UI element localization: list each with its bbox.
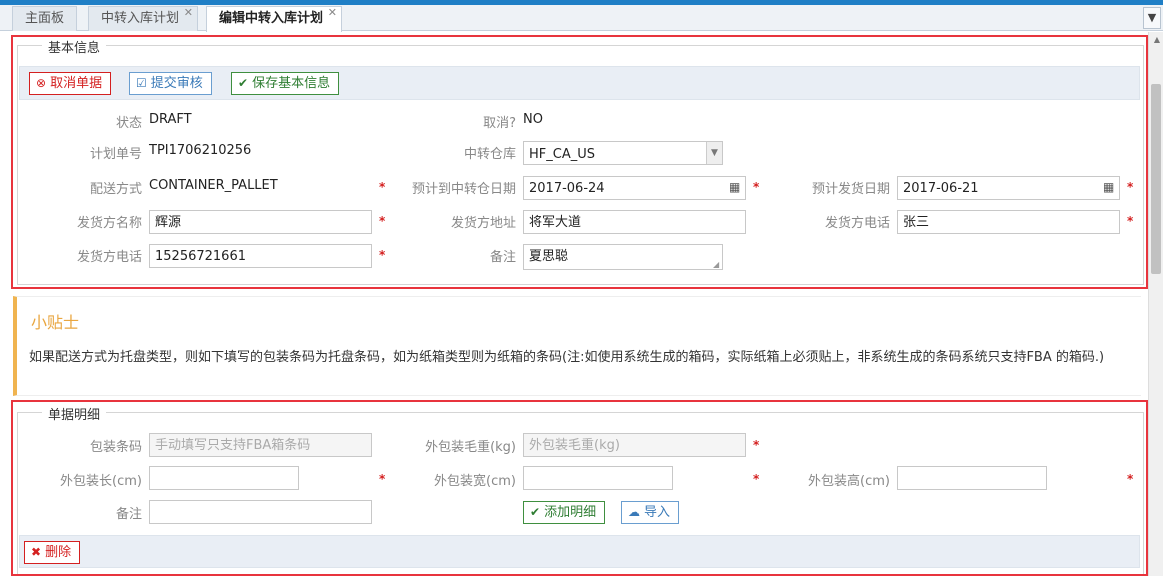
tab-transfer-plan[interactable]: 中转入库计划 ✕: [88, 6, 199, 31]
cancelled-value: NO: [523, 112, 543, 127]
check-icon: ✔: [530, 505, 541, 519]
delete-button[interactable]: ✖ 删除: [24, 541, 81, 564]
cancel-document-button[interactable]: ⊗ 取消单据: [29, 72, 112, 95]
check-icon: ✔: [238, 76, 249, 90]
ship-date-input[interactable]: 2017-06-21: [897, 176, 1120, 200]
required-marker: *: [753, 180, 760, 194]
detail-remark-input[interactable]: [149, 500, 372, 524]
length-input[interactable]: [149, 466, 299, 490]
width-input[interactable]: [523, 466, 673, 490]
chevron-down-icon: ▼: [1147, 11, 1157, 24]
status-value: DRAFT: [149, 112, 192, 127]
scroll-up-icon[interactable]: ▲: [1154, 35, 1160, 44]
barcode-input[interactable]: 手动填写只支持FBA箱条码: [149, 433, 372, 457]
cancelled-label: 取消?: [483, 116, 516, 131]
shipper-address-input[interactable]: 将军大道: [523, 210, 746, 234]
shipper-name-input[interactable]: 辉源: [149, 210, 372, 234]
tab-menu-button[interactable]: ▼: [1143, 7, 1161, 29]
tab-bar: 主面板 中转入库计划 ✕ 编辑中转入库计划 ✕ ▼: [0, 5, 1163, 32]
ship-date-value: 2017-06-21: [903, 181, 979, 196]
detail-legend: 单据明细: [42, 404, 107, 423]
detail-toolbar: [19, 535, 1140, 568]
eta-date-value: 2017-06-24: [529, 181, 605, 196]
tips-title: 小贴士: [31, 313, 80, 332]
required-marker: *: [379, 248, 386, 262]
shipper-phone2-label: 发货方电话: [76, 250, 142, 265]
delivery-method-label: 配送方式: [89, 182, 142, 197]
warehouse-selected-value: HF_CA_US: [529, 147, 595, 162]
ship-date-label: 预计发货日期: [811, 182, 890, 197]
remark-label: 备注: [489, 250, 516, 265]
close-icon[interactable]: ✕: [184, 1, 193, 25]
plan-number-label: 计划单号: [89, 147, 142, 162]
status-label: 状态: [115, 116, 142, 131]
resize-handle-icon[interactable]: ◢: [713, 260, 719, 269]
warehouse-label: 中转仓库: [463, 147, 516, 162]
edit-check-icon: ☑: [136, 76, 147, 90]
import-button[interactable]: ☁ 导入: [621, 501, 680, 524]
gross-weight-input[interactable]: 外包装毛重(kg): [523, 433, 746, 457]
required-marker: *: [753, 472, 760, 486]
width-label: 外包装宽(cm): [434, 474, 516, 489]
import-label: 导入: [644, 505, 671, 520]
scrollbar-thumb[interactable]: [1151, 84, 1161, 274]
detail-remark-label: 备注: [115, 507, 142, 522]
shipper-address-value: 将军大道: [529, 215, 582, 230]
calendar-icon[interactable]: ▦: [1103, 180, 1114, 194]
required-marker: *: [1127, 472, 1134, 486]
shipper-phone2-input[interactable]: 15256721661: [149, 244, 372, 268]
cancel-document-label: 取消单据: [50, 76, 103, 91]
required-marker: *: [1127, 180, 1134, 194]
length-label: 外包装长(cm): [60, 474, 142, 489]
required-marker: *: [379, 180, 386, 194]
submit-review-label: 提交审核: [150, 76, 203, 91]
required-marker: *: [1127, 214, 1134, 228]
required-marker: *: [753, 438, 760, 452]
tab-label: 中转入库计划: [101, 11, 180, 26]
required-marker: *: [379, 472, 386, 486]
shipper-phone-value: 张三: [903, 215, 930, 230]
cloud-upload-icon: ☁: [628, 505, 640, 519]
add-detail-label: 添加明细: [544, 505, 597, 520]
add-detail-button[interactable]: ✔ 添加明细: [523, 501, 606, 524]
barcode-placeholder: 手动填写只支持FBA箱条码: [155, 438, 311, 453]
tab-label: 主面板: [25, 11, 65, 26]
delivery-method-value: CONTAINER_PALLET: [149, 178, 278, 193]
basic-info-legend: 基本信息: [42, 37, 107, 56]
shipper-phone2-value: 15256721661: [155, 249, 246, 264]
calendar-icon[interactable]: ▦: [729, 180, 740, 194]
submit-review-button[interactable]: ☑ 提交审核: [129, 72, 212, 95]
tab-label: 编辑中转入库计划: [219, 11, 324, 26]
tab-dashboard[interactable]: 主面板: [12, 6, 78, 31]
close-icon[interactable]: ✕: [328, 1, 337, 25]
eta-date-input[interactable]: 2017-06-24: [523, 176, 746, 200]
remark-textarea[interactable]: 夏思聪: [523, 244, 723, 270]
save-basic-info-label: 保存基本信息: [252, 76, 331, 91]
barcode-label: 包装条码: [89, 440, 142, 455]
shipper-name-value: 辉源: [155, 215, 182, 230]
gross-weight-label: 外包装毛重(kg): [425, 440, 516, 455]
height-input[interactable]: [897, 466, 1047, 490]
tips-text: 如果配送方式为托盘类型，则如下填写的包装条码为托盘条码，如为纸箱类型则为纸箱的条…: [29, 350, 1105, 365]
delete-label: 删除: [45, 545, 72, 560]
shipper-phone-label: 发货方电话: [824, 216, 890, 231]
shipper-name-label: 发货方名称: [76, 216, 142, 231]
tab-edit-transfer-plan[interactable]: 编辑中转入库计划 ✕: [206, 6, 343, 32]
gross-weight-placeholder: 外包装毛重(kg): [529, 438, 620, 453]
remark-value: 夏思聪: [529, 249, 569, 264]
warehouse-select[interactable]: HF_CA_US ▼: [523, 141, 723, 165]
tips-panel: 小贴士 如果配送方式为托盘类型，则如下填写的包装条码为托盘条码，如为纸箱类型则为…: [13, 296, 1141, 396]
shipper-address-label: 发货方地址: [450, 216, 516, 231]
shipper-phone-input[interactable]: 张三: [897, 210, 1120, 234]
plan-number-value: TPI1706210256: [149, 143, 252, 158]
save-basic-info-button[interactable]: ✔ 保存基本信息: [231, 72, 340, 95]
close-icon: ✖: [31, 545, 42, 559]
page-scrollbar[interactable]: [1148, 32, 1163, 576]
stop-circle-icon: ⊗: [36, 76, 47, 90]
height-label: 外包装高(cm): [808, 474, 890, 489]
chevron-down-icon[interactable]: ▼: [706, 142, 722, 164]
eta-label: 预计到中转仓日期: [411, 182, 516, 197]
required-marker: *: [379, 214, 386, 228]
